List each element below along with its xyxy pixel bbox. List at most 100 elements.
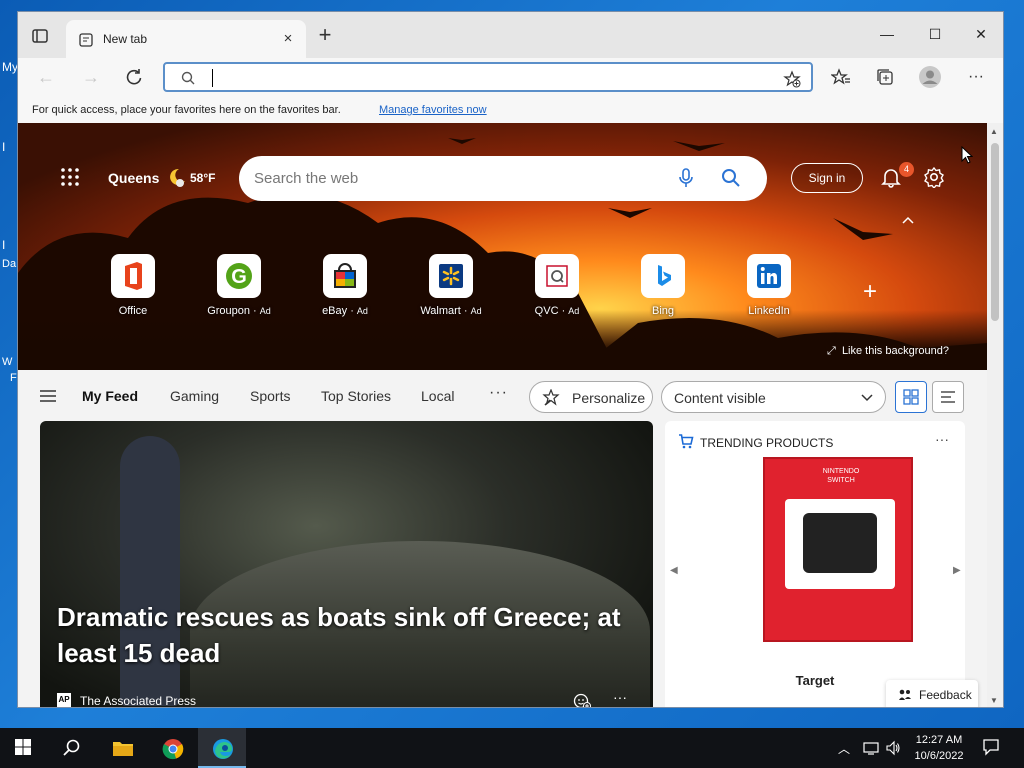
start-button[interactable] <box>0 728 48 768</box>
more-tabs-button[interactable]: ··· <box>489 384 508 402</box>
list-icon <box>941 391 955 403</box>
reaction-icon[interactable] <box>573 692 591 708</box>
taskbar-edge[interactable] <box>198 728 246 768</box>
scroll-up-icon[interactable]: ▲ <box>990 127 998 136</box>
favorites-icon[interactable] <box>831 67 851 87</box>
list-view-button[interactable] <box>932 381 964 413</box>
publisher-name[interactable]: The Associated Press <box>80 694 196 707</box>
trending-products-card: TRENDING PRODUCTS ··· ◀ ▶ NINTENDO SWITC… <box>665 421 965 707</box>
collections-icon[interactable] <box>875 67 895 87</box>
show-hidden-icons-button[interactable]: ︿ <box>838 740 854 756</box>
carousel-next-icon[interactable]: ▶ <box>953 565 961 576</box>
minimize-button[interactable]: — <box>872 22 902 46</box>
weather-location[interactable]: Queens <box>108 170 159 186</box>
carousel-prev-icon[interactable]: ◀ <box>670 565 678 576</box>
browser-toolbar: ← → ··· <box>18 58 1003 96</box>
favorites-bar: For quick access, place your favorites h… <box>18 96 1003 124</box>
desktop-icon-label[interactable]: I <box>2 238 5 252</box>
grid-icon <box>903 389 919 405</box>
svg-text:G: G <box>231 266 247 288</box>
search-icon[interactable] <box>721 168 741 188</box>
manage-favorites-link[interactable]: Manage favorites now <box>379 104 487 116</box>
page-scrollbar[interactable]: ▲ ▼ <box>987 123 1003 707</box>
expand-icon: ⤢ <box>827 345 836 357</box>
desktop-icon-label[interactable]: Da <box>2 258 16 270</box>
close-tab-icon[interactable]: × <box>280 31 296 47</box>
weather-temperature[interactable]: 58°F <box>190 171 215 185</box>
network-icon[interactable] <box>863 740 879 756</box>
search-placeholder: Search the web <box>254 170 359 187</box>
back-button[interactable]: ← <box>33 65 59 89</box>
trending-more-button[interactable]: ··· <box>935 431 949 447</box>
tab-my-feed[interactable]: My Feed <box>82 388 138 404</box>
quicklink-office[interactable]: Office <box>83 254 183 317</box>
profile-avatar-icon[interactable] <box>919 66 941 88</box>
background-ground <box>18 310 988 370</box>
desktop-icon-label[interactable]: F <box>10 372 17 384</box>
grid-view-button[interactable] <box>895 381 927 413</box>
taskbar-clock[interactable]: 12:27 AM 10/6/2022 <box>906 732 972 764</box>
quicklink-bing[interactable]: Bing <box>613 254 713 317</box>
moon-icon[interactable] <box>165 166 187 188</box>
quicklink-walmart[interactable]: Walmart · Ad <box>401 254 501 317</box>
hamburger-menu-icon[interactable] <box>40 390 56 402</box>
volume-icon[interactable] <box>885 740 901 756</box>
quicklink-qvc[interactable]: QVC · Ad <box>507 254 607 317</box>
maximize-button[interactable]: ☐ <box>920 22 950 46</box>
taskbar-search-button[interactable] <box>48 728 96 768</box>
action-center-icon[interactable] <box>982 738 1000 756</box>
settings-more-icon[interactable]: ··· <box>963 65 989 89</box>
product-image-nintendo-switch[interactable]: NINTENDO SWITCH <box>763 457 913 642</box>
tab-sports[interactable]: Sports <box>250 388 290 404</box>
forward-button[interactable]: → <box>78 65 104 89</box>
address-bar[interactable] <box>163 62 813 92</box>
taskbar-file-explorer[interactable] <box>98 728 146 768</box>
desktop-icon-label[interactable]: I <box>2 140 5 154</box>
walmart-logo-icon <box>429 254 473 298</box>
tab-top-stories[interactable]: Top Stories <box>321 388 391 404</box>
new-tab-button[interactable]: + <box>314 24 336 47</box>
scroll-down-icon[interactable]: ▼ <box>990 696 998 705</box>
tab-new-tab[interactable]: New tab × <box>66 20 306 58</box>
story-headline[interactable]: Dramatic rescues as boats sink off Greec… <box>57 599 637 671</box>
shopping-cart-icon <box>679 434 694 449</box>
personalize-button[interactable]: Personalize <box>529 381 653 413</box>
chevron-up-icon[interactable] <box>901 215 915 225</box>
tab-local[interactable]: Local <box>421 388 454 404</box>
quicklink-groupon[interactable]: G Groupon · Ad <box>189 254 289 317</box>
quicklink-linkedin[interactable]: LinkedIn <box>719 254 819 317</box>
desktop-icon-label[interactable]: W <box>2 356 12 368</box>
windows-logo-icon <box>15 739 31 755</box>
tab-gaming[interactable]: Gaming <box>170 388 219 404</box>
desktop-icon-label[interactable]: My <box>2 60 18 74</box>
taskbar: ︿ 12:27 AM 10/6/2022 <box>0 728 1024 768</box>
content-visibility-dropdown[interactable]: Content visible <box>661 381 886 413</box>
taskbar-chrome[interactable] <box>148 728 196 768</box>
search-icon <box>181 71 195 85</box>
sign-in-button[interactable]: Sign in <box>791 163 863 193</box>
refresh-icon[interactable] <box>124 67 144 87</box>
groupon-logo-icon: G <box>217 254 261 298</box>
tab-actions-icon[interactable] <box>30 26 50 46</box>
office-logo-icon <box>111 254 155 298</box>
microphone-icon[interactable] <box>678 168 694 188</box>
publisher-logo: AP <box>57 693 71 707</box>
web-search-box[interactable]: Search the web <box>239 156 767 201</box>
apps-launcher-icon[interactable] <box>60 167 80 187</box>
feedback-button[interactable]: Feedback <box>886 680 978 707</box>
add-quicklink-button[interactable]: + <box>863 278 877 306</box>
search-icon <box>63 739 80 756</box>
close-window-button[interactable]: ✕ <box>966 22 996 46</box>
clock-date: 10/6/2022 <box>914 750 964 762</box>
news-story-card[interactable]: Dramatic rescues as boats sink off Greec… <box>40 421 653 708</box>
story-more-button[interactable]: ··· <box>613 689 627 705</box>
mouse-cursor-icon <box>961 146 973 164</box>
quicklink-ebay[interactable]: eBay · Ad <box>295 254 395 317</box>
bing-logo-icon <box>641 254 685 298</box>
chevron-down-icon <box>861 394 873 402</box>
scrollbar-thumb[interactable] <box>991 143 999 321</box>
add-favorite-icon[interactable] <box>783 70 801 88</box>
like-background-link[interactable]: ⤢ Like this background? <box>827 345 949 358</box>
quicklink-label: Bing <box>651 305 675 317</box>
gear-icon[interactable] <box>923 166 945 188</box>
